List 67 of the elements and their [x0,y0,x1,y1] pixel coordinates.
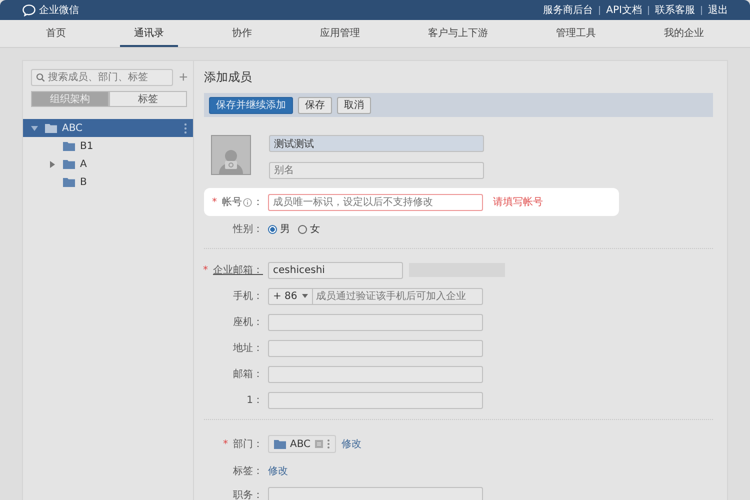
field-label: 座机： [233,316,263,329]
field-label: 手机： [233,290,263,303]
required-mark: * [212,196,217,208]
department-chip[interactable]: ABC [268,435,336,453]
edit-link[interactable]: 修改 [268,464,288,478]
account-field[interactable]: 成员唯一标识，设定以后不支持修改 [268,194,483,210]
text-field[interactable] [268,314,483,330]
tree-item[interactable]: A [23,155,193,173]
folder-icon [63,177,75,187]
gender-radio[interactable]: 女 [298,222,320,236]
app-logo-text: 企业微信 [39,4,79,17]
folder-icon [63,159,75,169]
required-mark: * [203,264,208,276]
caret-icon [302,294,308,298]
country-code-select[interactable]: + 86 [269,288,313,304]
avatar-placeholder[interactable] [211,135,251,175]
nav-tab[interactable]: 通讯录 [120,20,178,47]
folder-icon [63,141,75,151]
field-label: 标签： [233,464,263,478]
page-title: 添加成员 [204,69,253,86]
folder-icon [45,123,57,133]
error-message: 请填写帐号 [493,196,543,209]
nav-tab[interactable]: 首页 [32,20,80,47]
field-label: 性别： [233,222,263,236]
text-field[interactable] [268,392,483,408]
tree-item[interactable]: B [23,173,193,191]
nav-tab[interactable]: 客户与上下游 [414,20,502,47]
position-field[interactable] [268,486,483,500]
header-link[interactable]: API文档 [606,3,642,17]
text-field[interactable] [268,366,483,382]
chat-bubble-icon [22,4,36,16]
nav-tab[interactable]: 应用管理 [306,20,374,47]
edit-link[interactable]: 修改 [342,437,362,451]
primary-button[interactable]: 保存并继续添加 [209,96,293,114]
more-icon[interactable] [184,122,187,134]
header-link[interactable]: 退出 [708,3,728,17]
more-icon[interactable] [326,439,330,449]
field-label: 1： [246,394,263,407]
label-colon: ： [253,196,263,209]
field-label: 职务： [233,489,263,500]
search-icon [36,73,45,82]
toolbar-button[interactable]: 保存 [298,96,332,114]
tree-item[interactable]: ABC [23,119,193,137]
header-link[interactable]: 服务商后台 [543,3,594,17]
field-label: 企业邮箱： [213,264,263,277]
info-icon [243,198,252,206]
required-mark: * [223,438,228,450]
toolbar-button[interactable]: 取消 [337,96,371,114]
field-label: 帐号 [222,196,242,209]
text-field[interactable] [268,340,483,356]
name-field[interactable]: 测试测试 [269,135,484,152]
field-label: 邮箱： [233,368,263,381]
gender-radio[interactable]: 男 [268,222,290,236]
folder-icon [274,439,286,449]
field-label: 部门： [233,438,263,451]
tree-item[interactable]: B1 [23,137,193,155]
field-label: 地址： [233,342,263,355]
header-link[interactable]: 联系客服 [655,3,695,17]
alias-field[interactable]: 别名 [269,162,484,179]
nav-tab[interactable]: 管理工具 [542,20,610,47]
email-field[interactable]: ceshiceshi [268,262,403,278]
sidebar-tab[interactable]: 标签 [109,91,187,107]
square-icon [314,440,323,448]
caret-icon[interactable] [31,124,38,132]
nav-tab[interactable]: 我的企业 [650,20,718,47]
caret-icon[interactable] [49,160,56,168]
nav-tab[interactable]: 协作 [218,20,266,47]
